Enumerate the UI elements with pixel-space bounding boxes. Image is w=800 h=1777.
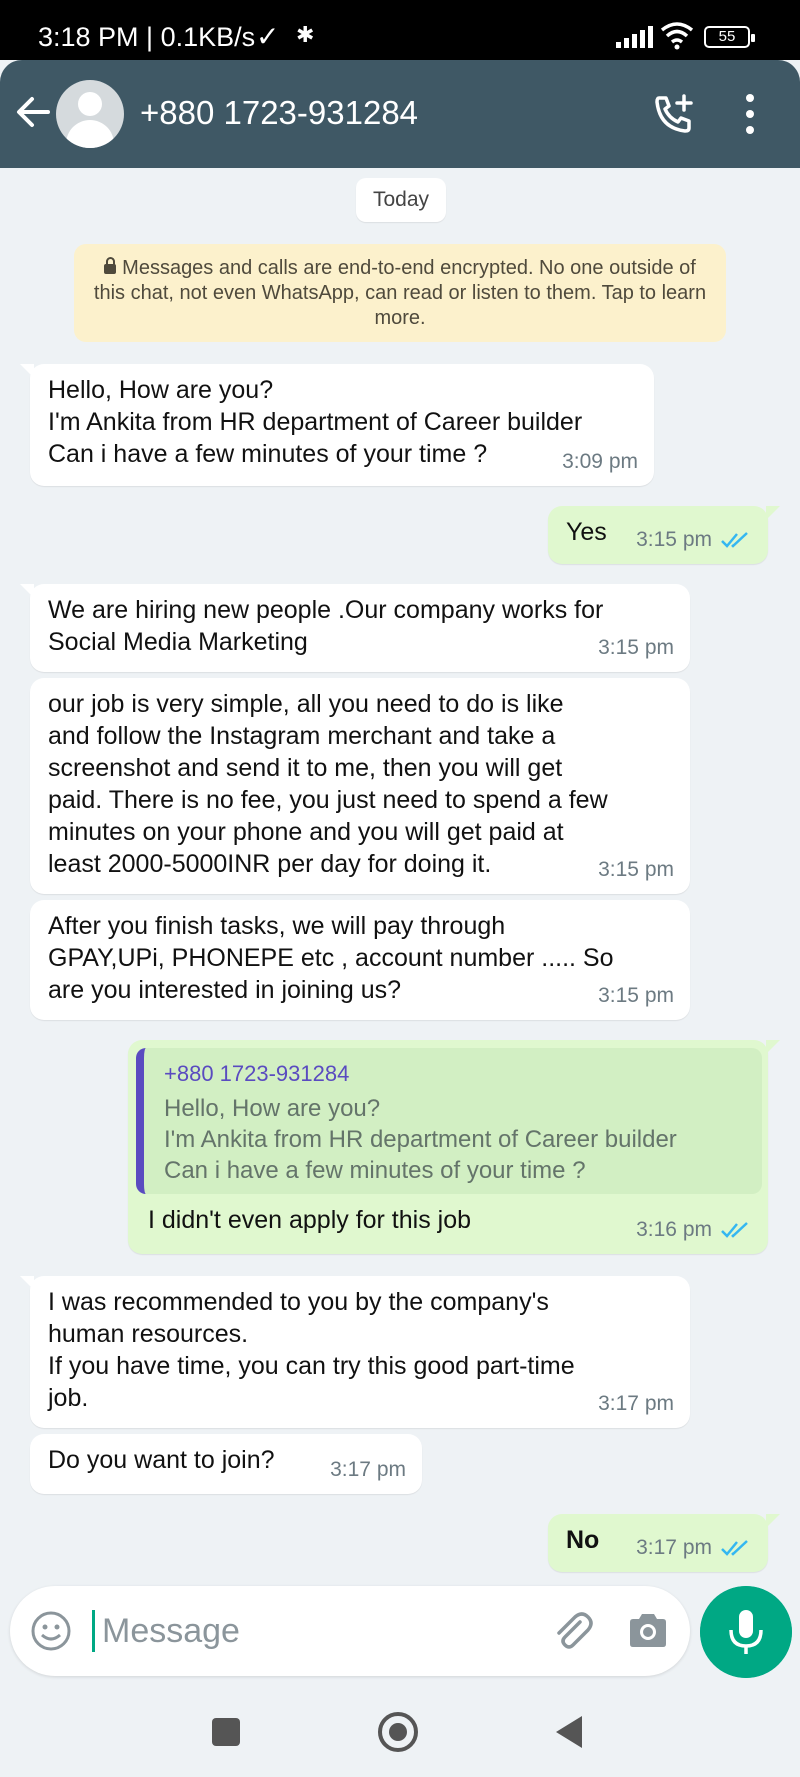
battery-icon: 55 bbox=[704, 26, 755, 48]
message-time: 3:15 pm bbox=[598, 984, 674, 1007]
message-time: 3:15 pm bbox=[636, 528, 712, 551]
signal-icon bbox=[616, 26, 656, 48]
smiley-icon[interactable] bbox=[30, 1610, 72, 1652]
paperclip-icon[interactable] bbox=[550, 1608, 594, 1652]
message-text: our job is very simple, all you need to … bbox=[48, 690, 608, 878]
encryption-notice-text: Messages and calls are end-to-end encryp… bbox=[93, 257, 707, 329]
read-ticks-icon bbox=[721, 532, 748, 548]
message-incoming[interactable]: Hello, How are you? I'm Ankita from HR d… bbox=[20, 364, 654, 486]
text-cursor bbox=[92, 1610, 95, 1652]
avatar[interactable] bbox=[56, 80, 124, 148]
message-incoming[interactable]: After you finish tasks, we will pay thro… bbox=[30, 900, 690, 1020]
arrow-left-icon[interactable] bbox=[12, 92, 52, 132]
message-time: 3:17 pm bbox=[636, 1536, 712, 1559]
microphone-icon[interactable] bbox=[700, 1586, 792, 1678]
message-time: 3:15 pm bbox=[598, 858, 674, 881]
contact-name[interactable]: +880 1723-931284 bbox=[140, 94, 418, 132]
recent-apps-button[interactable] bbox=[212, 1718, 240, 1746]
message-outgoing-reply[interactable]: +880 1723-931284 Hello, How are you? I'm… bbox=[128, 1040, 780, 1254]
more-vertical-icon[interactable] bbox=[740, 90, 760, 138]
message-time: 3:17 pm bbox=[330, 1458, 406, 1481]
status-bar: 3:18 PM | 0.1KB/s ✓ ✱ 55 bbox=[0, 0, 800, 60]
wifi-icon bbox=[660, 22, 694, 50]
quoted-message[interactable]: +880 1723-931284 Hello, How are you? I'm… bbox=[136, 1048, 762, 1194]
message-time: 3:15 pm bbox=[598, 636, 674, 659]
message-incoming[interactable]: We are hiring new people .Our company wo… bbox=[20, 584, 690, 672]
lock-icon bbox=[104, 257, 117, 274]
add-call-icon[interactable] bbox=[650, 90, 698, 138]
message-text: We are hiring new people .Our company wo… bbox=[48, 596, 604, 656]
message-incoming[interactable]: our job is very simple, all you need to … bbox=[30, 678, 690, 894]
message-text: I was recommended to you by the company'… bbox=[48, 1288, 575, 1412]
message-text: After you finish tasks, we will pay thro… bbox=[48, 912, 614, 1004]
message-time: 3:16 pm bbox=[636, 1218, 712, 1241]
message-incoming[interactable]: I was recommended to you by the company'… bbox=[20, 1276, 690, 1428]
date-chip: Today bbox=[356, 178, 446, 222]
message-time: 3:17 pm bbox=[598, 1392, 674, 1415]
read-ticks-icon bbox=[721, 1540, 748, 1556]
message-composer[interactable]: Message bbox=[10, 1586, 690, 1676]
message-incoming[interactable]: Do you want to join? 3:17 pm bbox=[30, 1434, 422, 1494]
battery-level: 55 bbox=[718, 28, 736, 45]
message-text: I didn't even apply for this job bbox=[148, 1206, 472, 1234]
bluetooth-icon: ✱ bbox=[296, 22, 315, 47]
chat-header: +880 1723-931284 bbox=[0, 60, 800, 168]
message-outgoing[interactable]: No 3:17 pm bbox=[548, 1514, 780, 1572]
encryption-notice[interactable]: Messages and calls are end-to-end encryp… bbox=[74, 244, 726, 342]
status-time: 3:18 PM | 0.1KB/s bbox=[38, 22, 256, 52]
message-outgoing[interactable]: Yes 3:15 pm bbox=[548, 506, 780, 564]
home-button[interactable] bbox=[378, 1712, 418, 1752]
message-text: Hello, How are you? I'm Ankita from HR d… bbox=[48, 376, 583, 468]
message-input[interactable]: Message bbox=[102, 1612, 240, 1651]
read-ticks-icon bbox=[721, 1222, 748, 1238]
camera-icon[interactable] bbox=[626, 1610, 670, 1652]
quoted-sender: +880 1723-931284 bbox=[164, 1061, 350, 1086]
quoted-text: Hello, How are you? I'm Ankita from HR d… bbox=[164, 1095, 677, 1184]
message-time: 3:09 pm bbox=[562, 450, 638, 473]
check-icon: ✓ bbox=[256, 21, 280, 52]
back-button[interactable] bbox=[556, 1716, 582, 1748]
